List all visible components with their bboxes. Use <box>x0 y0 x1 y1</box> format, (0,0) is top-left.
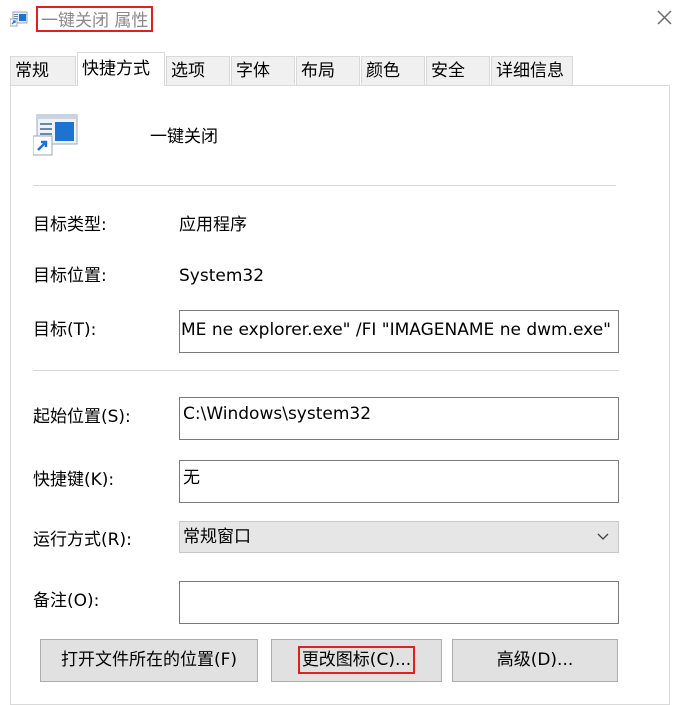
target-label: 目标(T): <box>33 320 97 340</box>
hotkey-input-text: 无 <box>183 468 200 488</box>
open-file-location-button[interactable]: 打开文件所在的位置(F) <box>40 639 258 682</box>
run-mode-selected: 常规窗口 <box>183 527 251 547</box>
tab-options[interactable]: 选项 <box>166 56 230 85</box>
tab-colors[interactable]: 颜色 <box>361 56 425 85</box>
target-input[interactable]: ME ne explorer.exe" /FI "IMAGENAME ne dw… <box>179 310 619 353</box>
tab-shortcut[interactable]: 快捷方式 <box>77 52 165 86</box>
target-type-value: 应用程序 <box>179 215 247 235</box>
separator <box>33 185 616 186</box>
target-input-text: ME ne explorer.exe" /FI "IMAGENAME ne dw… <box>181 320 611 340</box>
window-title: 一键关闭 属性 <box>36 6 154 32</box>
target-location-value: System32 <box>179 266 265 286</box>
shortcut-name: 一键关闭 <box>150 127 218 147</box>
change-icon-button[interactable]: 更改图标(C)... <box>271 639 442 682</box>
tab-general[interactable]: 常规 <box>10 56 76 85</box>
target-location-label: 目标位置: <box>33 266 107 286</box>
tab-font[interactable]: 字体 <box>231 56 295 85</box>
close-icon[interactable] <box>652 6 676 30</box>
hotkey-label: 快捷键(K): <box>33 470 115 490</box>
start-in-input-text: C:\Windows\system32 <box>183 404 372 424</box>
shortcut-app-icon <box>10 11 28 27</box>
start-in-input[interactable]: C:\Windows\system32 <box>179 397 619 440</box>
change-icon-button-label: 更改图标(C)... <box>297 646 416 674</box>
run-mode-dropdown[interactable]: 常规窗口 <box>179 521 619 553</box>
shortcut-program-icon <box>33 114 78 156</box>
tab-security[interactable]: 安全 <box>426 56 490 85</box>
advanced-button[interactable]: 高级(D)... <box>452 639 618 682</box>
run-label: 运行方式(R): <box>33 530 132 550</box>
tab-details[interactable]: 详细信息 <box>491 56 573 85</box>
comment-input[interactable] <box>179 581 619 624</box>
start-in-label: 起始位置(S): <box>33 407 131 427</box>
hotkey-input[interactable]: 无 <box>179 460 619 503</box>
separator <box>33 370 619 371</box>
tab-layout[interactable]: 布局 <box>296 56 360 85</box>
target-type-label: 目标类型: <box>33 215 107 235</box>
comment-label: 备注(O): <box>33 591 100 611</box>
chevron-down-icon <box>597 533 609 540</box>
